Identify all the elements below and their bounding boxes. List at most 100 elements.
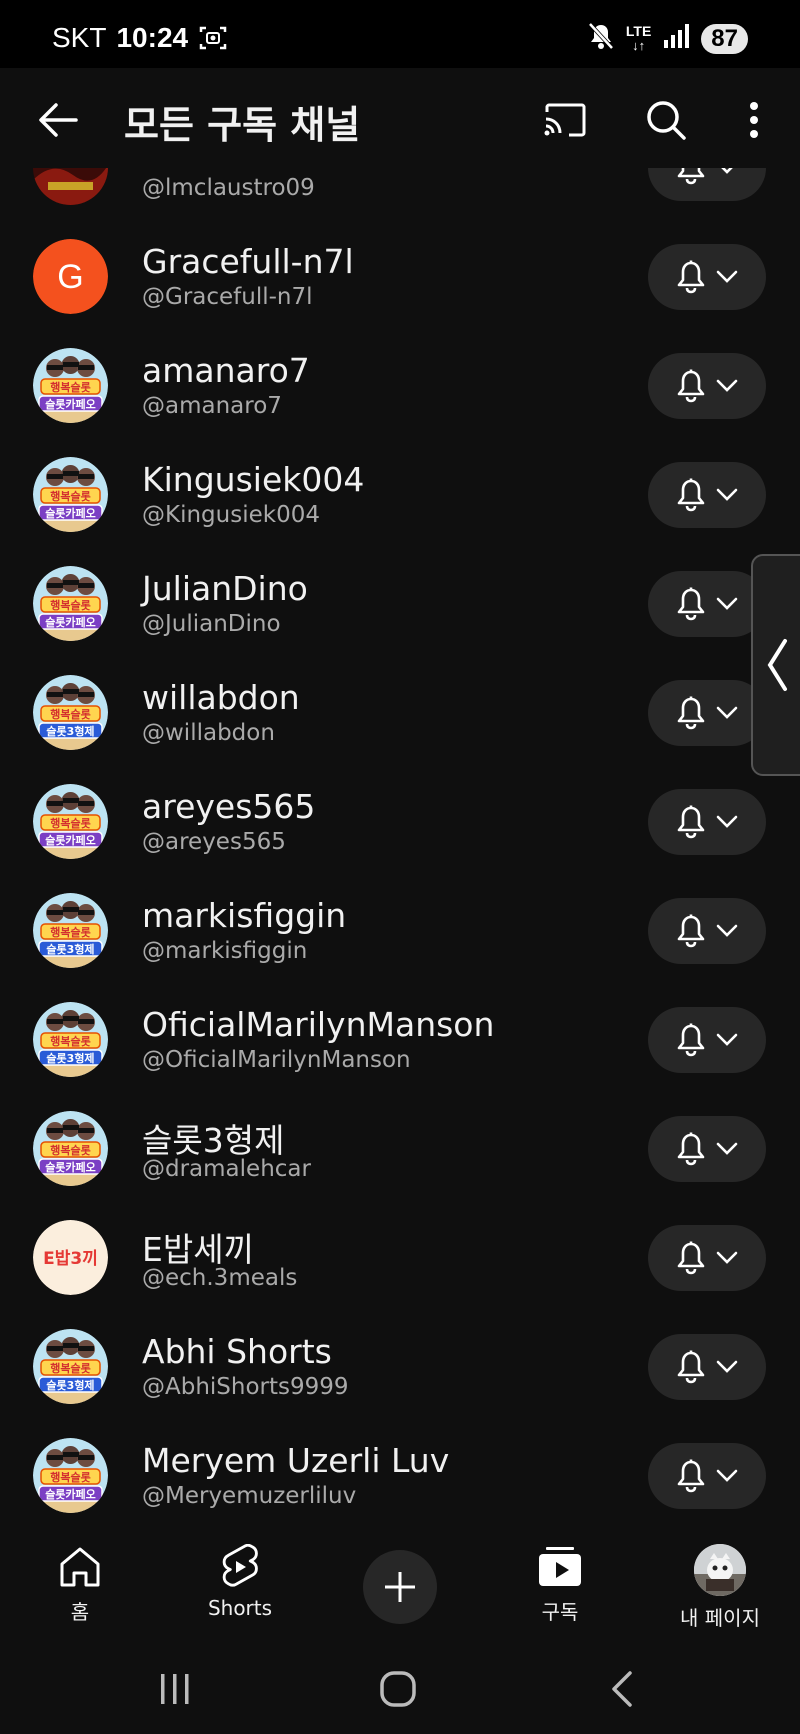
channel-handle: @markisfiggin: [142, 938, 308, 964]
svg-text:슬롯3형제: 슬롯3형제: [46, 942, 94, 956]
svg-text:슬롯카페오: 슬롯카페오: [45, 615, 96, 629]
channel-avatar[interactable]: 행복슬롯 슬롯3형제: [33, 893, 108, 968]
nav-home[interactable]: 홈: [10, 1544, 150, 1634]
bell-icon: [677, 587, 705, 621]
status-bar: SKT 10:24 LTE ↓↑ 87: [0, 0, 800, 68]
nav-shorts[interactable]: Shorts: [170, 1544, 310, 1634]
back-system-button[interactable]: [582, 1664, 662, 1714]
network-label: LTE: [625, 23, 652, 39]
bottom-navigation: 홈 Shorts 구독 내 페이지: [0, 1534, 800, 1644]
channel-handle: @Kingusiek004: [142, 502, 320, 528]
chevron-down-icon: [716, 597, 738, 610]
lte-indicator: LTE ↓↑: [625, 23, 652, 53]
notification-settings-button[interactable]: [648, 168, 766, 201]
bell-icon: [677, 1241, 705, 1275]
svg-text:행복슬롯: 행복슬롯: [50, 816, 90, 830]
mute-icon: [588, 22, 614, 55]
recent-apps-icon: [161, 1674, 189, 1704]
channel-row[interactable]: 행복슬롯슬롯카페오 슬롯3형제 @dramalehcar: [0, 1094, 800, 1203]
svg-text:행복슬롯: 행복슬롯: [50, 598, 90, 612]
svg-text:슬롯3형제: 슬롯3형제: [46, 1378, 94, 1392]
notification-settings-button[interactable]: [648, 898, 766, 964]
channel-avatar[interactable]: 행복슬롯 슬롯카페오: [33, 348, 108, 423]
svg-text:E밥3끼: E밥3끼: [43, 1249, 98, 1269]
channel-row[interactable]: 행복슬롯 슬롯카페오 JulianDino @JulianDino: [0, 549, 800, 658]
channel-row[interactable]: lmclaustro09 @lmclaustro09: [0, 168, 800, 222]
channel-handle: @OficialMarilynManson: [142, 1047, 411, 1073]
notification-settings-button[interactable]: [648, 1334, 766, 1400]
notification-settings-button[interactable]: [648, 1443, 766, 1509]
channel-avatar[interactable]: 행복슬롯 슬롯카페오: [33, 784, 108, 859]
more-options-button[interactable]: [724, 90, 784, 150]
channel-name: amanaro7: [142, 351, 310, 390]
create-button[interactable]: [363, 1550, 437, 1624]
carrier-label: SKT: [52, 22, 107, 53]
more-vertical-icon: [750, 102, 758, 138]
notification-settings-button[interactable]: [648, 680, 766, 746]
channel-row[interactable]: 행복슬롯 슬롯3형제 OficialMarilynManson @OficialMar…: [0, 985, 800, 1094]
channel-row[interactable]: 행복슬롯 슬롯카페오 areyes565 @areyes565: [0, 767, 800, 876]
page-title: 모든 구독 채널: [124, 103, 361, 147]
nav-subscriptions-label: 구독: [541, 1600, 579, 1624]
notification-settings-button[interactable]: [648, 1116, 766, 1182]
channel-row[interactable]: G Gracefull-n7l @Gracefull-n7l: [0, 222, 800, 331]
back-button[interactable]: [30, 92, 86, 148]
channel-handle: @Gracefull-n7l: [142, 284, 313, 310]
nav-create[interactable]: [330, 1544, 470, 1634]
recent-apps-button[interactable]: [135, 1664, 215, 1714]
notification-settings-button[interactable]: [648, 353, 766, 419]
home-icon: [60, 1547, 100, 1587]
channel-row[interactable]: 행복슬롯 슬롯카페오 Meryem Uzerli Luv @Meryemuzerlil…: [0, 1421, 800, 1530]
channel-list-inner: lmclaustro09 @lmclaustro09 G Gracefull-n7l @…: [0, 168, 800, 1530]
edge-panel-handle[interactable]: [751, 554, 800, 776]
channel-avatar[interactable]: 행복슬롯슬롯카페오: [33, 1111, 108, 1186]
signal-icon: [663, 24, 690, 53]
channel-name: Meryem Uzerli Luv: [142, 1441, 450, 1480]
status-right: LTE ↓↑ 87: [588, 22, 748, 55]
notification-settings-button[interactable]: [648, 789, 766, 855]
cast-button[interactable]: [535, 90, 595, 150]
battery-indicator: 87: [701, 23, 748, 54]
nav-shorts-label: Shorts: [207, 1596, 273, 1620]
channel-row[interactable]: 행복슬롯 슬롯3형제 willabdon @willabdon: [0, 658, 800, 767]
notification-settings-button[interactable]: [648, 571, 766, 637]
clock: 10:24: [116, 22, 189, 53]
channel-name: 슬롯3형제: [142, 1121, 285, 1160]
channel-row[interactable]: 행복슬롯 슬롯3형제 Abhi Shorts @AbhiShorts9999: [0, 1312, 800, 1421]
channel-avatar[interactable]: [33, 168, 108, 205]
channel-name: E밥세끼: [142, 1230, 254, 1269]
channel-avatar[interactable]: 행복슬롯 슬롯3형제: [33, 675, 108, 750]
channel-name: areyes565: [142, 787, 316, 826]
bell-icon: [677, 805, 705, 839]
channel-avatar[interactable]: 행복슬롯슬롯카페오: [33, 566, 108, 641]
bell-icon: [677, 1132, 705, 1166]
home-system-button[interactable]: [358, 1664, 438, 1714]
bell-icon: [677, 369, 705, 403]
notification-settings-button[interactable]: [648, 1225, 766, 1291]
channel-handle: @dramalehcar: [142, 1156, 311, 1182]
channel-avatar[interactable]: 행복슬롯 슬롯3형제: [33, 1329, 108, 1404]
nav-subscriptions[interactable]: 구독: [490, 1544, 630, 1634]
notification-settings-button[interactable]: [648, 244, 766, 310]
channel-row[interactable]: 행복슬롯 슬롯3형제 markisfiggin @markisfiggin: [0, 876, 800, 985]
svg-text:슬롯카페오: 슬롯카페오: [45, 1160, 96, 1174]
chevron-down-icon: [716, 924, 738, 937]
notification-settings-button[interactable]: [648, 462, 766, 528]
nav-my-page[interactable]: 내 페이지: [650, 1544, 790, 1634]
channel-list: lmclaustro09 @lmclaustro09 G Gracefull-n7l @…: [0, 168, 800, 1534]
channel-avatar[interactable]: E밥3끼: [33, 1220, 108, 1295]
channel-avatar[interactable]: 행복슬롯 슬롯카페오: [33, 457, 108, 532]
channel-row[interactable]: E밥3끼 E밥세끼 @ech.3meals: [0, 1203, 800, 1312]
channel-row[interactable]: 행복슬롯 슬롯카페오 amanaro7 @amanaro7: [0, 331, 800, 440]
channel-handle: @willabdon: [142, 720, 275, 746]
channel-handle: @amanaro7: [142, 393, 282, 419]
channel-row[interactable]: 행복슬롯 슬롯카페오 Kingusiek004 @Kingusiek004: [0, 440, 800, 549]
channel-avatar[interactable]: 행복슬롯 슬롯3형제: [33, 1002, 108, 1077]
arrow-left-icon: [39, 103, 78, 137]
back-chevron-icon: [612, 1671, 632, 1707]
search-button[interactable]: [636, 90, 696, 150]
channel-avatar[interactable]: 행복슬롯 슬롯카페오: [33, 1438, 108, 1513]
channel-avatar[interactable]: G: [33, 239, 108, 314]
notification-settings-button[interactable]: [648, 1007, 766, 1073]
svg-text:행복슬롯: 행복슬롯: [50, 1143, 90, 1157]
